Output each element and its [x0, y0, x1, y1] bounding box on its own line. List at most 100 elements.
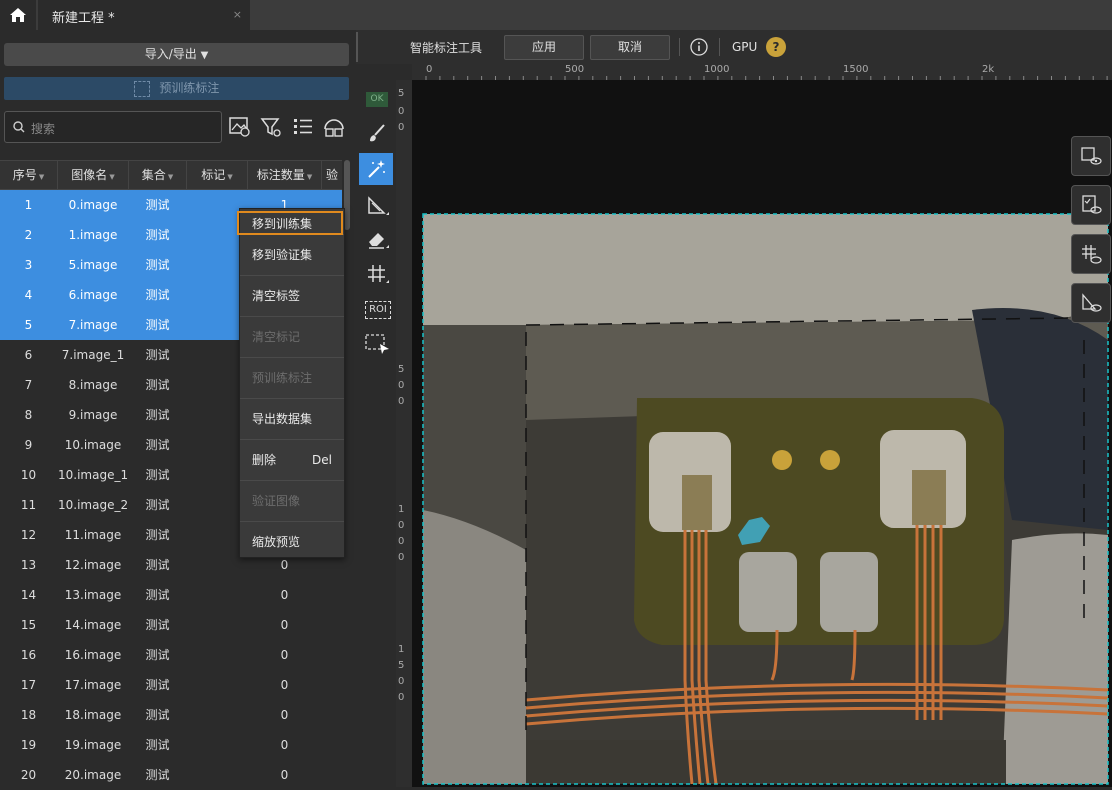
row-image-name: 5.image: [68, 258, 118, 272]
ruler-v-label: 0: [398, 520, 405, 531]
show-grid-button[interactable]: [1071, 234, 1111, 274]
row-label-count: 0: [280, 768, 289, 782]
list-icon[interactable]: [291, 115, 315, 139]
grid-tool-icon[interactable]: [366, 263, 390, 285]
brush-icon[interactable]: [366, 122, 388, 144]
column-header-validate[interactable]: 验: [322, 161, 342, 189]
table-row[interactable]: 14 13.image 测试 0: [0, 580, 342, 610]
row-set: 测试: [145, 228, 170, 242]
row-index: 4: [24, 288, 33, 302]
column-header-index[interactable]: 序号 ▼: [0, 161, 58, 189]
menu-item-label: 验证图像: [252, 494, 301, 508]
show-checklist-button[interactable]: [1071, 185, 1111, 225]
show-polygons-button[interactable]: [1071, 136, 1111, 176]
cancel-button[interactable]: 取消: [590, 35, 670, 60]
apply-button[interactable]: 应用: [504, 35, 584, 60]
row-set: 测试: [145, 618, 170, 632]
eraser-icon[interactable]: [366, 228, 390, 250]
table-row[interactable]: 17 17.image 测试 0: [0, 670, 342, 700]
show-mask-button[interactable]: [1071, 283, 1111, 323]
row-index: 15: [20, 618, 37, 632]
row-set: 测试: [145, 438, 170, 452]
ruler-h-label: 1500: [843, 64, 869, 75]
row-index: 6: [24, 348, 33, 362]
ruler-v-label: 5: [398, 364, 405, 375]
column-header-set[interactable]: 集合 ▼: [129, 161, 187, 189]
row-image-name: 6.image: [68, 288, 118, 302]
menu-separator: [240, 521, 344, 522]
context-menu-item[interactable]: 验证图像: [240, 481, 344, 521]
search-input[interactable]: 搜索: [4, 111, 222, 143]
menu-item-label: 清空标记: [252, 330, 301, 344]
row-set: 测试: [145, 528, 170, 542]
menu-item-shortcut: Del: [312, 453, 332, 467]
ruler-v-label: 5: [398, 660, 405, 671]
import-export-button[interactable]: 导入/导出 ▼: [4, 43, 349, 66]
sort-arrow-icon: ▼: [38, 173, 45, 181]
roi-tool[interactable]: ROI: [365, 301, 391, 319]
row-set: 测试: [145, 198, 170, 212]
image-settings-icon[interactable]: [228, 115, 252, 139]
context-menu-item[interactable]: 导出数据集: [240, 399, 344, 439]
polygon-tool-icon[interactable]: [366, 195, 390, 217]
row-index: 16: [20, 648, 37, 662]
ruler-v-label: 5: [398, 88, 405, 99]
help-icon[interactable]: ?: [766, 37, 786, 57]
context-menu-item[interactable]: 移到验证集: [240, 235, 344, 275]
row-label-count: 0: [280, 618, 289, 632]
ok-button[interactable]: OK: [366, 92, 388, 107]
table-row[interactable]: 20 20.image 测试 0: [0, 760, 342, 790]
row-index: 14: [20, 588, 37, 602]
row-image-name: 12.image: [64, 558, 122, 572]
context-menu-item[interactable]: 删除 Del: [240, 440, 344, 480]
ruler-v-label: 0: [398, 552, 405, 563]
project-tab[interactable]: 新建工程 * ×: [38, 0, 250, 30]
context-menu-item[interactable]: 清空标记: [240, 317, 344, 357]
row-image-name: 10.image_1: [58, 468, 129, 482]
row-image-name: 13.image: [64, 588, 122, 602]
context-menu-item[interactable]: 预训练标注: [240, 358, 344, 398]
menu-item-label: 清空标签: [252, 289, 301, 303]
row-image-name: 18.image: [64, 708, 122, 722]
menu-item-label: 预训练标注: [252, 371, 313, 385]
row-index: 9: [24, 438, 33, 452]
image-canvas[interactable]: [412, 80, 1112, 787]
pretrain-annotate-button[interactable]: 预训练标注: [4, 77, 349, 100]
table-row[interactable]: 19 19.image 测试 0: [0, 730, 342, 760]
info-icon[interactable]: [690, 38, 708, 56]
vertical-ruler: 5 0 0 5 0 0 1 0 0 0 1 5 0 0: [396, 80, 413, 787]
context-menu-item[interactable]: 缩放预览: [240, 522, 344, 562]
ruler-v-label: 0: [398, 536, 405, 547]
home-icon: [10, 8, 26, 22]
menu-item-label: 删除: [252, 453, 277, 467]
table-row[interactable]: 15 14.image 测试 0: [0, 610, 342, 640]
ruler-v-label: 0: [398, 106, 405, 117]
context-menu-item[interactable]: 清空标签: [240, 276, 344, 316]
tab-close-button[interactable]: ×: [233, 8, 242, 21]
row-image-name: 11.image: [64, 528, 122, 542]
ruler-v-label: 0: [398, 380, 405, 391]
menu-separator: [240, 398, 344, 399]
menu-item-label: 移到验证集: [252, 248, 313, 262]
row-label-count: 0: [280, 678, 289, 692]
mask-eye-icon: [1082, 293, 1102, 312]
row-index: 3: [24, 258, 33, 272]
home-button[interactable]: [0, 0, 36, 30]
row-index: 5: [24, 318, 33, 332]
select-region-icon[interactable]: [364, 332, 390, 354]
column-header-image-name[interactable]: 图像名 ▼: [58, 161, 129, 189]
table-row[interactable]: 16 16.image 测试 0: [0, 640, 342, 670]
grid-eye-icon: [1082, 245, 1102, 264]
smart-tool-button[interactable]: [359, 153, 393, 185]
context-menu: 移到训练集 移到验证集 清空标签 清空标记 预训练标注 导出数据集 删除 Del 验证图像 缩放预…: [239, 208, 345, 558]
table-row[interactable]: 18 18.image 测试 0: [0, 700, 342, 730]
column-header-label-count[interactable]: 标注数量 ▼: [248, 161, 322, 189]
pretrain-label: 预训练标注: [159, 81, 220, 95]
row-set: 测试: [145, 318, 170, 332]
filter-icon[interactable]: [259, 115, 283, 139]
row-index: 19: [20, 738, 37, 752]
row-index: 1: [24, 198, 33, 212]
display-mode-icon[interactable]: [322, 115, 346, 139]
column-header-mark[interactable]: 标记 ▼: [187, 161, 248, 189]
tab-title: 新建工程 *: [52, 11, 115, 26]
